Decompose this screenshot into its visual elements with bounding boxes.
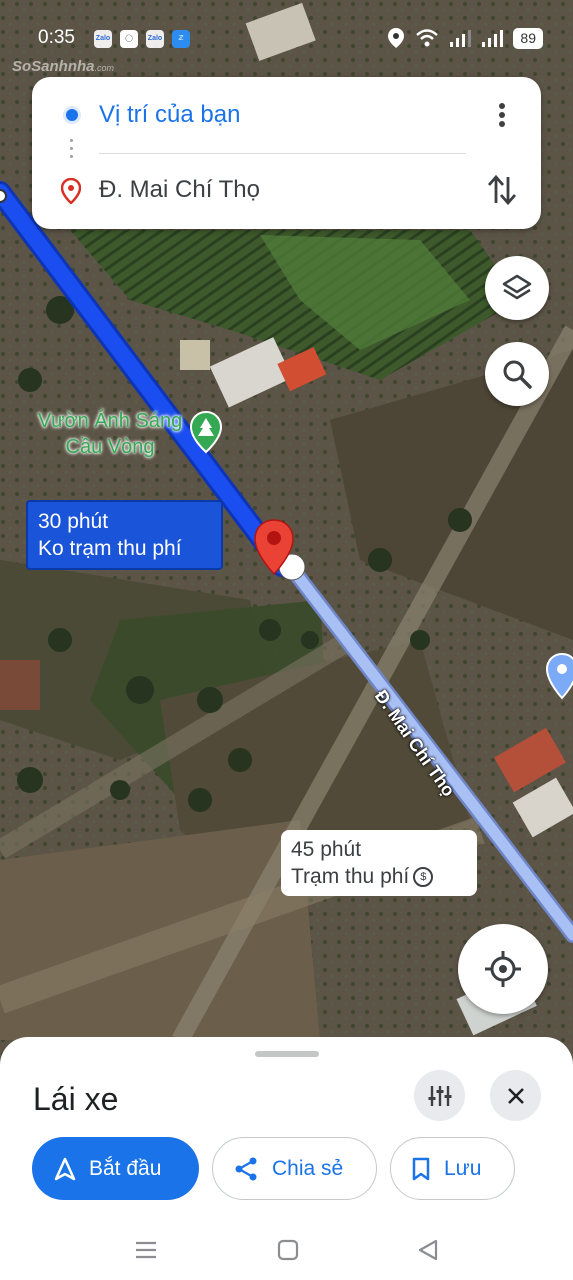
- share-label: Chia sẻ: [272, 1156, 344, 1180]
- watermark: SoSanhnha.com: [12, 58, 115, 75]
- start-button[interactable]: Bắt đầu: [32, 1137, 199, 1200]
- signal-icon: [482, 30, 504, 47]
- share-icon: [235, 1157, 257, 1180]
- primary-route-duration: 30 phút: [38, 510, 109, 533]
- place-label[interactable]: Vườn Ánh Sáng Cầu Vòng: [30, 408, 190, 460]
- save-label: Lưu: [444, 1156, 482, 1180]
- route-options-button[interactable]: [414, 1070, 465, 1121]
- home-icon[interactable]: [276, 1238, 300, 1262]
- alt-route-note: Trạm thu phí: [291, 865, 410, 888]
- route-connector: [70, 139, 74, 163]
- layers-icon: [502, 274, 532, 300]
- alt-route-tag[interactable]: 45 phút Trạm thu phí $: [281, 830, 477, 896]
- menu-icon[interactable]: [134, 1238, 158, 1262]
- close-icon: [507, 1087, 524, 1104]
- navigation-arrow-icon: [54, 1157, 76, 1180]
- wifi-icon: [416, 29, 439, 47]
- more-vert-icon[interactable]: [488, 101, 516, 129]
- bookmark-icon: [412, 1157, 430, 1180]
- zalo-app-icon: Zalo: [94, 30, 112, 48]
- start-label: Bắt đầu: [89, 1156, 162, 1180]
- mode-title: Lái xe: [33, 1081, 119, 1117]
- layers-button[interactable]: [485, 256, 549, 320]
- save-button[interactable]: Lưu: [390, 1137, 515, 1200]
- primary-route-tag[interactable]: 30 phút Ko trạm thu phí: [26, 500, 223, 570]
- system-nav-bar: [0, 1220, 573, 1280]
- location-icon: [388, 28, 405, 48]
- battery-level: 89: [513, 27, 543, 49]
- red-pin-icon: [60, 177, 82, 209]
- drag-handle[interactable]: [255, 1051, 319, 1057]
- destination-field[interactable]: Đ. Mai Chí Thọ: [99, 176, 260, 204]
- origin-field[interactable]: Vị trí của bạn: [99, 101, 240, 129]
- status-bar: 0:35 Zalo ◯ Zalo ℤ 89 SoSanhnha.com: [0, 0, 573, 75]
- status-time: 0:35: [38, 27, 75, 48]
- signal-icon: [450, 30, 472, 47]
- my-location-icon: [485, 951, 521, 987]
- zalo-app-icon: ℤ: [172, 30, 190, 48]
- primary-route-note: Ko trạm thu phí: [38, 537, 182, 560]
- toll-icon: $: [413, 867, 434, 888]
- my-location-button[interactable]: [458, 924, 548, 1014]
- status-indicators: 89: [387, 27, 543, 49]
- zalo-app-icon: Zalo: [146, 30, 164, 48]
- swap-vertical-icon[interactable]: [486, 173, 518, 207]
- tune-icon: [428, 1085, 451, 1106]
- alt-route-duration: 45 phút: [291, 838, 362, 861]
- directions-card: Vị trí của bạn Đ. Mai Chí Thọ: [32, 77, 541, 229]
- search-button[interactable]: [485, 342, 549, 406]
- share-button[interactable]: Chia sẻ: [212, 1137, 377, 1200]
- back-icon[interactable]: [416, 1238, 440, 1262]
- message-icon: ◯: [120, 30, 138, 48]
- divider: [99, 153, 466, 154]
- bottom-sheet: Lái xe Bắt đầu Chia sẻ Lưu: [0, 1037, 573, 1280]
- close-button[interactable]: [490, 1070, 541, 1121]
- search-icon: [503, 360, 532, 389]
- blue-dot-icon: [63, 106, 81, 124]
